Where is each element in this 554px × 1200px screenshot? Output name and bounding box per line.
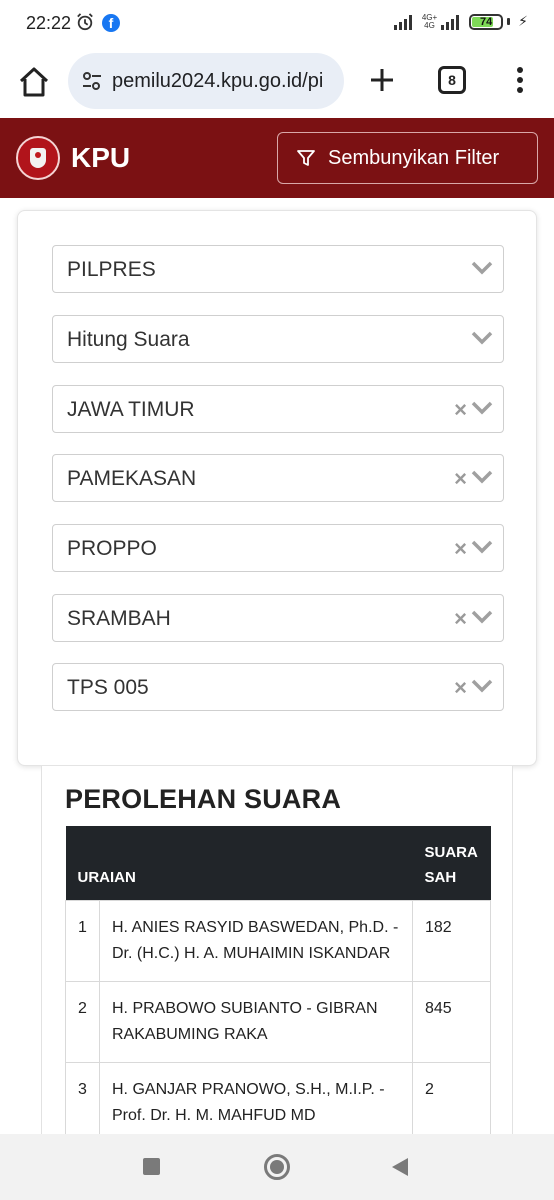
chevron-down-icon[interactable] [471,469,493,485]
select-value: JAWA TIMUR [67,398,195,421]
view-type-select[interactable]: Hitung Suara [52,315,504,363]
url-text: pemilu2024.kpu.go.id/pi [112,69,324,92]
alarm-icon [77,13,93,31]
status-bar: 22:22 f 4G+ 4G 74 ⚡ [0,0,554,50]
hide-filter-button[interactable]: Sembunyikan Filter [277,132,538,184]
select-value: PILPRES [67,258,156,281]
vote-results-card: PEROLEHAN SUARA URAIAN SUARA SAH 1 H. AN… [41,766,513,1146]
vote-count: 2 [412,1061,491,1144]
table-row: 2 H. PRABOWO SUBIANTO - GIBRAN RAKABUMIN… [65,980,491,1063]
candidate-name: H. PRABOWO SUBIANTO - GIBRAN RAKABUMING … [99,980,413,1063]
province-select[interactable]: JAWA TIMUR × [52,385,504,433]
tab-switcher-button[interactable]: 8 [438,66,466,94]
charging-icon: ⚡ [518,13,528,29]
kpu-logo-emblem [35,152,41,158]
more-options-icon[interactable] [508,64,532,96]
candidate-name: H. ANIES RASYID BASWEDAN, Ph.D. - Dr. (H… [99,899,413,982]
election-type-select[interactable]: PILPRES [52,245,504,293]
column-header-line: SAH [424,868,457,886]
candidate-name-line: Prof. Dr. H. M. MAHFUD MD [112,1106,316,1124]
system-navigation-bar [0,1134,554,1200]
recents-button[interactable] [143,1158,160,1175]
select-value: Hitung Suara [67,328,190,351]
battery-level: 74 [480,15,493,28]
column-header-suara-sah: SUARA SAH [412,826,491,900]
table-row: 3 H. GANJAR PRANOWO, S.H., M.I.P. - Prof… [65,1061,491,1144]
clear-icon[interactable]: × [454,538,467,560]
filter-panel: PILPRES Hitung Suara JAWA TIMUR × PAMEKA… [17,210,537,766]
candidate-number: 2 [65,980,100,1063]
select-value: PAMEKASAN [67,467,197,490]
select-value: TPS 005 [67,676,149,699]
results-table: URAIAN SUARA SAH 1 H. ANIES RASYID BASWE… [65,826,491,1144]
clear-icon[interactable]: × [454,468,467,490]
candidate-name-line: RAKABUMING RAKA [112,1025,268,1043]
polling-station-select[interactable]: TPS 005 × [52,663,504,711]
vote-count: 845 [412,980,491,1063]
new-tab-icon[interactable] [366,64,398,96]
vote-count: 182 [412,899,491,982]
candidate-name-line: H. GANJAR PRANOWO, S.H., M.I.P. - [112,1080,385,1098]
signal-icon-secondary [441,14,460,30]
status-time: 22:22 [26,13,72,33]
chevron-down-icon[interactable] [471,260,493,276]
filter-icon [297,150,315,166]
status-indicators: 4G+ 4G 74 ⚡ [393,12,528,30]
column-header-line: SUARA [424,843,478,861]
battery-icon: 74 [469,13,504,30]
candidate-name-line: Dr. (H.C.) H. A. MUHAIMIN ISKANDAR [112,944,391,962]
facebook-icon: f [102,14,120,32]
table-row: 1 H. ANIES RASYID BASWEDAN, Ph.D. - Dr. … [65,899,491,982]
select-value: PROPPO [67,537,157,560]
site-settings-icon[interactable] [80,69,104,93]
chevron-down-icon[interactable] [471,678,493,694]
candidate-name-line: H. ANIES RASYID BASWEDAN, Ph.D. - [112,918,399,936]
clear-icon[interactable]: × [454,677,467,699]
hide-filter-label: Sembunyikan Filter [328,146,500,169]
column-header-uraian: URAIAN [65,826,413,900]
candidate-name: H. GANJAR PRANOWO, S.H., M.I.P. - Prof. … [99,1061,413,1144]
table-header-row: URAIAN SUARA SAH [65,826,491,900]
home-icon[interactable] [16,64,52,100]
candidate-number: 3 [65,1061,100,1144]
battery-tip [507,18,511,25]
clear-icon[interactable]: × [454,399,467,421]
chevron-down-icon[interactable] [471,609,493,625]
select-value: SRAMBAH [67,607,171,630]
chevron-down-icon[interactable] [471,400,493,416]
site-header: KPU Sembunyikan Filter [0,118,554,198]
village-select[interactable]: SRAMBAH × [52,594,504,642]
regency-select[interactable]: PAMEKASAN × [52,454,504,502]
clear-icon[interactable]: × [454,608,467,630]
results-title: PEROLEHAN SUARA [65,784,342,814]
candidate-number: 1 [65,899,100,982]
kpu-logo-shield [30,148,46,168]
candidate-name-line: H. PRABOWO SUBIANTO - GIBRAN [112,999,378,1017]
district-select[interactable]: PROPPO × [52,524,504,572]
home-button[interactable] [264,1154,290,1180]
back-button[interactable] [392,1158,408,1176]
network-type: 4G+ 4G [421,12,438,30]
chevron-down-icon[interactable] [471,539,493,555]
kpu-logo[interactable] [16,136,60,180]
site-title[interactable]: KPU [71,142,130,174]
signal-icon [393,14,412,30]
chevron-down-icon[interactable] [471,330,493,346]
address-bar[interactable]: pemilu2024.kpu.go.id/pi [68,53,344,109]
browser-toolbar: pemilu2024.kpu.go.id/pi 8 [0,50,554,118]
